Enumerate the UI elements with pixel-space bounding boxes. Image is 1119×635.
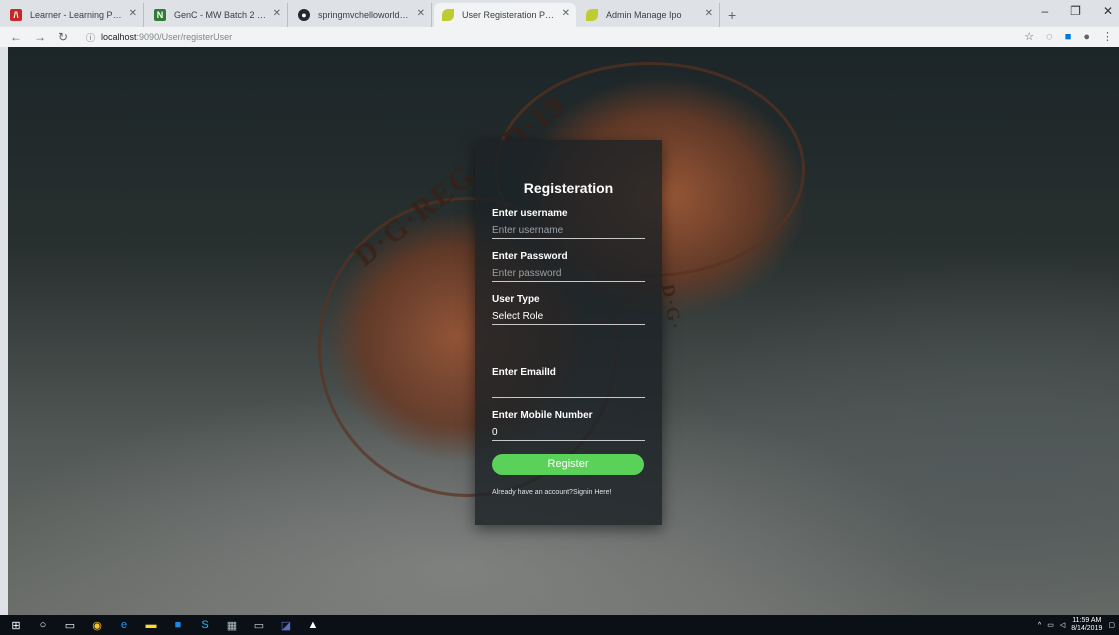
terminal-icon[interactable]: ▭ (248, 615, 270, 635)
email-label: Enter EmailId (492, 367, 556, 378)
password-field: Enter Password Enter password (492, 251, 645, 282)
mobile-input[interactable]: 0 (492, 424, 645, 441)
network-icon[interactable]: ▭ (1047, 621, 1054, 629)
signin-link[interactable]: Already have an account?Signin Here! (492, 489, 645, 496)
address-bar[interactable]: ⓘ localhost:9090/User/registerUser (86, 29, 232, 45)
forward-icon[interactable]: → (34, 30, 46, 44)
outlook-icon[interactable]: ■ (167, 615, 189, 635)
window-close-icon[interactable]: ✕ (1103, 4, 1113, 18)
usertype-field: User Type Select Role (492, 294, 645, 325)
clock[interactable]: 11:59 AM 8/14/2019 (1071, 617, 1102, 633)
register-button[interactable]: Register (492, 454, 644, 475)
system-tray: ^ ▭ ◁ 11:59 AM 8/14/2019 ▢ (1038, 615, 1115, 635)
password-input[interactable]: Enter password (492, 265, 645, 282)
tab-genc[interactable]: N GenC - MW Batch 2 - Mento ✕ (146, 3, 288, 27)
learner-icon: /\ (10, 9, 22, 21)
form-title: Registeration (523, 180, 614, 196)
usertype-select[interactable]: Select Role (492, 308, 645, 325)
window-controls: – ❐ ✕ (1041, 4, 1113, 18)
volume-icon[interactable]: ◁ (1060, 621, 1065, 629)
minimize-icon[interactable]: – (1041, 4, 1048, 18)
extension-icon[interactable]: ◌ (1046, 31, 1053, 43)
windows-start-icon[interactable]: ⊞ (5, 615, 27, 635)
tab-title: GenC - MW Batch 2 - Mento (174, 10, 267, 20)
chevron-up-icon[interactable]: ^ (1038, 622, 1041, 629)
browser-toolbar: ← → ↻ ⓘ localhost:9090/User/registerUser… (0, 27, 1119, 47)
chrome-icon[interactable]: ◉ (86, 615, 108, 635)
tab-title: User Registeration Page (462, 10, 556, 20)
photos-icon[interactable]: ▲ (302, 615, 324, 635)
close-icon[interactable]: ✕ (129, 8, 137, 19)
extension-icon[interactable]: ■ (1065, 31, 1072, 43)
profile-icon[interactable]: ● (1083, 31, 1090, 43)
email-field: Enter EmailId (492, 367, 645, 398)
browser-tab-bar: /\ Learner - Learning Program Ove ✕ N Ge… (0, 0, 1119, 27)
windows-taskbar: ⊞ ○ ▭ ◉ e ▬ ■ S ▦ ▭ ◪ ▲ ^ ▭ ◁ 11:59 AM 8… (0, 615, 1119, 635)
url-path: :9090/User/registerUser (136, 32, 233, 42)
username-input[interactable]: Enter username (492, 222, 645, 239)
tab-title: Learner - Learning Program Ove (30, 10, 123, 20)
email-input[interactable] (492, 381, 645, 398)
tab-title: Admin Manage Ipo (606, 10, 682, 20)
menu-icon[interactable]: ⋮ (1102, 30, 1113, 43)
leaf-icon (442, 9, 454, 21)
usertype-label: User Type (492, 294, 540, 305)
github-icon: ● (298, 9, 310, 21)
close-icon[interactable]: ✕ (273, 8, 281, 19)
new-tab-button[interactable]: + (720, 7, 744, 27)
password-label: Enter Password (492, 251, 568, 262)
skype-icon[interactable]: S (194, 615, 216, 635)
form-spacer (492, 325, 645, 355)
tab-github[interactable]: ● springmvchelloworld/Company ✕ (290, 3, 432, 27)
back-icon[interactable]: ← (10, 30, 22, 44)
task-view-icon[interactable]: ▭ (59, 615, 81, 635)
tab-learner[interactable]: /\ Learner - Learning Program Ove ✕ (2, 3, 144, 27)
mobile-field: Enter Mobile Number 0 (492, 410, 645, 441)
mobile-label: Enter Mobile Number (492, 410, 593, 421)
info-icon[interactable]: ⓘ (86, 31, 95, 44)
genc-icon: N (154, 9, 166, 21)
tab-admin-manage-ipo[interactable]: Admin Manage Ipo ✕ (578, 3, 720, 27)
maximize-icon[interactable]: ❐ (1070, 4, 1081, 18)
bookmark-star-icon[interactable]: ☆ (1024, 30, 1034, 43)
tab-user-registration[interactable]: User Registeration Page ✕ (434, 3, 576, 27)
close-icon[interactable]: ✕ (417, 8, 425, 19)
search-icon[interactable]: ○ (32, 615, 54, 635)
app-icon[interactable]: ▦ (221, 615, 243, 635)
registration-card: Registeration Enter username Enter usern… (475, 140, 662, 525)
username-field: Enter username Enter username (492, 208, 645, 239)
url-host: localhost (101, 32, 137, 42)
visual-studio-icon[interactable]: ◪ (275, 615, 297, 635)
reload-icon[interactable]: ↻ (58, 30, 68, 44)
page-viewport: D·G·REG·F·D·19 D·G· Registeration Enter … (8, 47, 1119, 615)
edge-icon[interactable]: e (113, 615, 135, 635)
notification-icon[interactable]: ▢ (1108, 621, 1115, 629)
clock-date: 8/14/2019 (1071, 625, 1103, 632)
username-label: Enter username (492, 208, 568, 219)
close-icon[interactable]: ✕ (705, 8, 713, 19)
toolbar-actions: ☆ ◌ ■ ● ⋮ (1024, 30, 1113, 44)
leaf-icon (586, 9, 598, 21)
clock-time: 11:59 AM (1072, 617, 1102, 624)
close-icon[interactable]: ✕ (562, 8, 570, 19)
tab-title: springmvchelloworld/Company (318, 10, 411, 20)
file-explorer-icon[interactable]: ▬ (140, 615, 162, 635)
